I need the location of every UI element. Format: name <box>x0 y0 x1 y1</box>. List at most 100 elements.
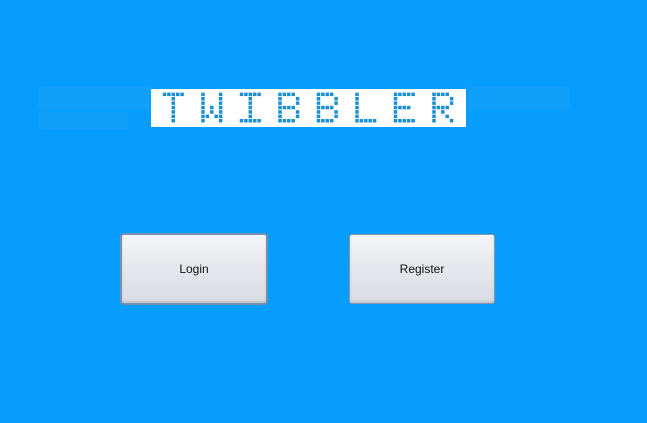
logo-pixel <box>257 92 261 97</box>
logo-pixel <box>398 105 402 110</box>
logo-pixel <box>321 119 325 123</box>
logo-pixel <box>278 110 282 114</box>
logo-pixel <box>325 119 330 123</box>
main-window: TWIBBLER Login Register <box>0 0 647 423</box>
logo-pixel <box>175 92 180 97</box>
logo-pixel <box>295 97 300 101</box>
logo-pixel <box>171 119 176 123</box>
logo-pixel <box>295 101 300 105</box>
logo-pixel <box>316 114 321 119</box>
logo-pixel <box>244 92 248 97</box>
logo-pixel <box>278 119 282 123</box>
logo-pixel <box>248 105 253 110</box>
logo-pixel <box>398 92 402 97</box>
logo-pixel <box>402 119 407 123</box>
logo-pixel <box>171 101 176 105</box>
logo-pixel <box>252 119 257 123</box>
background-decoration-left-lower <box>38 112 128 130</box>
logo-pixel <box>441 110 445 114</box>
logo-pixel <box>291 119 295 123</box>
background-decoration-right <box>468 86 570 110</box>
logo-pixel <box>432 101 436 105</box>
logo-pixel <box>432 119 436 123</box>
logo-pixel <box>278 97 282 101</box>
logo-pixel <box>287 105 291 110</box>
logo-pixel <box>282 119 287 123</box>
logo-pixel <box>393 119 398 123</box>
logo-letter <box>432 92 454 123</box>
logo-pixel <box>278 101 282 105</box>
logo-pixel <box>201 110 205 114</box>
logo-pixel <box>201 119 205 123</box>
logo-pixel <box>436 92 441 97</box>
logo-pixel <box>171 110 176 114</box>
logo-pixel <box>432 114 436 119</box>
logo-pixel <box>436 105 441 110</box>
logo-letter <box>355 92 377 123</box>
logo-letter <box>278 92 300 123</box>
logo-pixel <box>355 110 359 114</box>
logo-pixel <box>445 105 449 110</box>
logo-pixel <box>393 110 398 114</box>
logo-pixel <box>218 110 223 114</box>
logo-pixel <box>393 101 398 105</box>
logo-pixel <box>218 119 223 123</box>
logo-pixel <box>321 105 325 110</box>
logo-pixel <box>364 119 368 123</box>
logo-pixel <box>248 101 253 105</box>
logo-pixel <box>171 114 176 119</box>
logo-pixel <box>287 119 291 123</box>
logo-pixel <box>210 105 214 110</box>
logo-letter <box>393 92 415 123</box>
logo-pixel <box>218 97 223 101</box>
logo-pixel <box>201 114 205 119</box>
logo-pixel <box>218 105 223 110</box>
logo-letter <box>201 92 223 123</box>
logo-pixel <box>316 101 321 105</box>
logo-pixel <box>278 114 282 119</box>
logo-pixel <box>218 114 223 119</box>
logo-pixel <box>406 92 411 97</box>
logo-pixel <box>239 119 244 123</box>
logo-pixel <box>402 105 407 110</box>
logo-pixel <box>368 119 372 123</box>
logo-pixel <box>329 92 334 97</box>
logo-pixel <box>411 119 415 123</box>
logo-pixel <box>334 97 338 101</box>
logo-pixel <box>201 92 205 97</box>
logo-pixel <box>372 119 377 123</box>
logo-pixel <box>355 119 359 123</box>
logo-pixel <box>325 92 330 97</box>
logo-pixel <box>432 105 436 110</box>
logo-pixel <box>171 92 176 97</box>
logo-pixel <box>295 114 300 119</box>
logo-pixel <box>278 105 282 110</box>
register-button[interactable]: Register <box>349 234 495 304</box>
logo-pixel <box>248 119 253 123</box>
logo-pixel <box>445 114 449 119</box>
logo-pixel <box>167 92 171 97</box>
logo-pixel <box>171 97 176 101</box>
logo-pixel <box>432 97 436 101</box>
logo-pixel <box>316 97 321 101</box>
logo-pixel <box>406 119 411 123</box>
logo-pixel <box>316 119 321 123</box>
logo-pixel <box>248 114 253 119</box>
login-button[interactable]: Login <box>120 233 268 305</box>
logo-pixel <box>257 119 261 123</box>
logo-pixel <box>406 105 411 110</box>
logo-pixel <box>355 101 359 105</box>
logo-pixel <box>252 92 257 97</box>
logo-pixel <box>449 101 454 105</box>
logo-letter <box>316 92 338 123</box>
logo-pixel <box>329 119 334 123</box>
logo-pixel <box>325 105 330 110</box>
logo-pixel <box>218 101 223 105</box>
logo-pixel <box>393 97 398 101</box>
logo-pixel <box>201 101 205 105</box>
logo-pixel <box>355 92 359 97</box>
logo-pixel <box>355 114 359 119</box>
logo-pixel <box>359 119 364 123</box>
logo-pixel <box>334 114 338 119</box>
logo-pixel <box>402 92 407 97</box>
